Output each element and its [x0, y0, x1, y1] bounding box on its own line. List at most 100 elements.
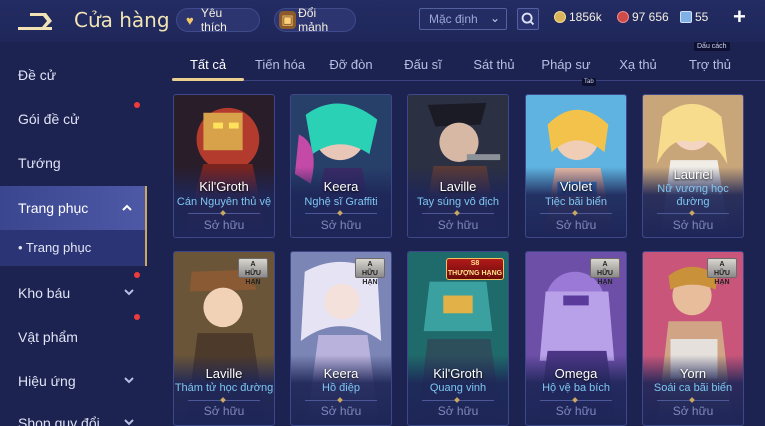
skin-card[interactable]: A HỮU HẠN Yorn Soái ca bãi biển Sở hữu [642, 251, 744, 426]
tier-badge: A HỮU HẠN [355, 258, 385, 286]
shard-box-icon: ▣ [279, 11, 297, 29]
sidebar-item-effects[interactable]: Hiệu ứng [0, 362, 147, 402]
notification-dot [134, 102, 140, 108]
search-icon[interactable] [517, 8, 539, 30]
sort-dropdown[interactable]: Mặc định ⌄ [419, 8, 507, 30]
skin-name: Cán Nguyên thủ vệ [176, 196, 272, 208]
tier-badge: A HỮU HẠN [707, 258, 737, 286]
chevron-down-icon [124, 289, 134, 296]
skin-card[interactable]: A HỮU HẠN Laville Thám tử học đường Sở hữ… [173, 251, 275, 426]
add-currency-button[interactable]: + [733, 4, 746, 30]
hero-name: Keera [323, 179, 359, 194]
ruby-gem-icon [617, 11, 629, 23]
sidebar-item-label: Shop quy đổi [18, 415, 100, 426]
favorites-button[interactable]: ♥ Yêu thích [176, 6, 260, 34]
ownership-status: Sở hữu [672, 404, 714, 418]
skin-name: Quang vinh [429, 382, 487, 394]
hero-name: Keera [323, 366, 359, 381]
sidebar-item-label: Đề cử [18, 67, 57, 83]
ownership-status: Sở hữu [437, 218, 479, 232]
skin-card[interactable]: S8 THƯỢNG HẠNG Kil'Groth Quang vinh Sở hữ… [407, 251, 509, 426]
sidebar-subitem-label: • Trang phục [18, 240, 92, 255]
skin-card[interactable]: A HỮU HẠN Keera Hồ điệp Sở hữu [290, 251, 392, 426]
ownership-status: Sở hữu [320, 218, 362, 232]
category-tabs: Tất cả Tiến hóa Đỡ đòn Đấu sĩ Sát thủ Ph… [172, 50, 765, 80]
tab-all[interactable]: Tất cả [172, 50, 244, 80]
tier-badge: A HỮU HẠN [590, 258, 620, 286]
tab-support[interactable]: Trợ thủ [680, 50, 740, 80]
skin-card[interactable]: Kil'Groth Cán Nguyên thủ vệ Sở hữu [173, 94, 275, 238]
ownership-status: Sở hữu [555, 404, 597, 418]
hero-name: Laville [439, 179, 477, 194]
skin-name: Nữ vương học đường [657, 183, 729, 208]
chevron-up-icon [122, 204, 132, 211]
ownership-status: Sở hữu [203, 404, 245, 418]
voucher-icon [680, 11, 692, 23]
sidebar-item-heroes[interactable]: Tướng [0, 144, 147, 184]
tab-marksman[interactable]: Xạ thủ [610, 50, 666, 80]
sidebar-item-label: Gói đề cử [18, 111, 80, 127]
tab-evolution[interactable]: Tiến hóa [248, 50, 312, 80]
sidebar-item-recommended[interactable]: Đề cử [0, 56, 147, 96]
sidebar-item-recommended-packs[interactable]: Gói đề cử [0, 100, 147, 140]
skin-card[interactable]: Keera Nghệ sĩ Graffiti Sở hữu [290, 94, 392, 238]
exchange-label: Đổi mảnh [298, 6, 329, 34]
ruby-amount: 97 656 [632, 10, 669, 24]
hero-name: Lauriel [673, 167, 713, 182]
ownership-status: Sở hữu [437, 404, 479, 418]
back-arrow-icon[interactable] [16, 11, 56, 31]
sidebar-item-items[interactable]: Vật phẩm [0, 318, 147, 358]
voucher-amount: 55 [695, 10, 709, 24]
sidebar: Đề cử Gói đề cử Tướng Trang phục • Trang… [0, 42, 147, 426]
sidebar-item-label: Tướng [18, 155, 61, 171]
sidebar-subitem-skins[interactable]: • Trang phục [0, 230, 147, 266]
tab-tank[interactable]: Đỡ đòn [320, 50, 382, 80]
hero-name: Violet [559, 179, 593, 194]
hero-name: Laville [205, 366, 243, 381]
tier-badge: S8 THƯỢNG HẠNG [446, 258, 504, 280]
ownership-status: Sở hữu [672, 218, 714, 232]
tab-assassin[interactable]: Sát thủ [464, 50, 524, 80]
gold-coin-icon [554, 11, 566, 23]
skin-name: Thám tử học đường [174, 382, 274, 394]
page-title: Cửa hàng [74, 8, 170, 32]
skin-name: Nghệ sĩ Graffiti [304, 196, 378, 208]
skin-name: Tay súng vô địch [417, 196, 499, 208]
chevron-down-icon [124, 377, 134, 384]
ownership-status: Sở hữu [203, 218, 245, 232]
tier-badge: A HỮU HẠN [238, 258, 268, 286]
ruby-balance: 97 656 [617, 10, 669, 24]
hero-name: Yorn [679, 366, 707, 381]
skin-card[interactable]: Lauriel Nữ vương học đường Sở hữu [642, 94, 744, 238]
voucher-balance: 55 [680, 10, 708, 24]
tab-fighter[interactable]: Đấu sĩ [394, 50, 452, 80]
skin-card[interactable]: Violet Tiệc bãi biển Sở hữu [525, 94, 627, 238]
top-bar: Cửa hàng ♥ Yêu thích ▣ Đổi mảnh Mặc định… [0, 0, 765, 42]
exchange-shards-button[interactable]: ▣ Đổi mảnh [274, 6, 356, 34]
favorites-label: Yêu thích [200, 6, 227, 34]
tab-key-hint: Tab [582, 78, 596, 86]
gold-balance: 1856k [554, 10, 602, 24]
notification-dot [134, 272, 140, 278]
ownership-status: Sở hữu [555, 218, 597, 232]
sidebar-item-label: Vật phẩm [18, 329, 78, 345]
tab-mage[interactable]: Pháp sư [534, 50, 598, 80]
ownership-status: Sở hữu [320, 404, 362, 418]
hero-name: Kil'Groth [199, 179, 249, 194]
hero-name: Kil'Groth [433, 366, 483, 381]
sort-value: Mặc định [429, 12, 478, 26]
skin-card[interactable]: Laville Tay súng vô địch Sở hữu [407, 94, 509, 238]
skin-card[interactable]: A HỮU HẠN Omega Hộ vệ ba bích Sở hữu [525, 251, 627, 426]
sidebar-item-exchange-shop[interactable]: Shop quy đổi [0, 404, 147, 426]
chevron-down-icon [124, 419, 134, 426]
hero-name: Omega [554, 366, 598, 381]
skin-name: Soái ca bãi biển [653, 382, 733, 394]
notification-dot [134, 314, 140, 320]
sidebar-item-label: Trang phục [18, 200, 89, 216]
sidebar-item-label: Hiệu ứng [18, 373, 76, 389]
tabs-divider [172, 80, 765, 81]
active-tab-indicator [172, 78, 244, 81]
skin-name: Hộ vệ ba bích [542, 382, 610, 394]
sidebar-item-skins[interactable]: Trang phục [0, 186, 147, 230]
sidebar-item-treasure[interactable]: Kho báu [0, 274, 147, 314]
